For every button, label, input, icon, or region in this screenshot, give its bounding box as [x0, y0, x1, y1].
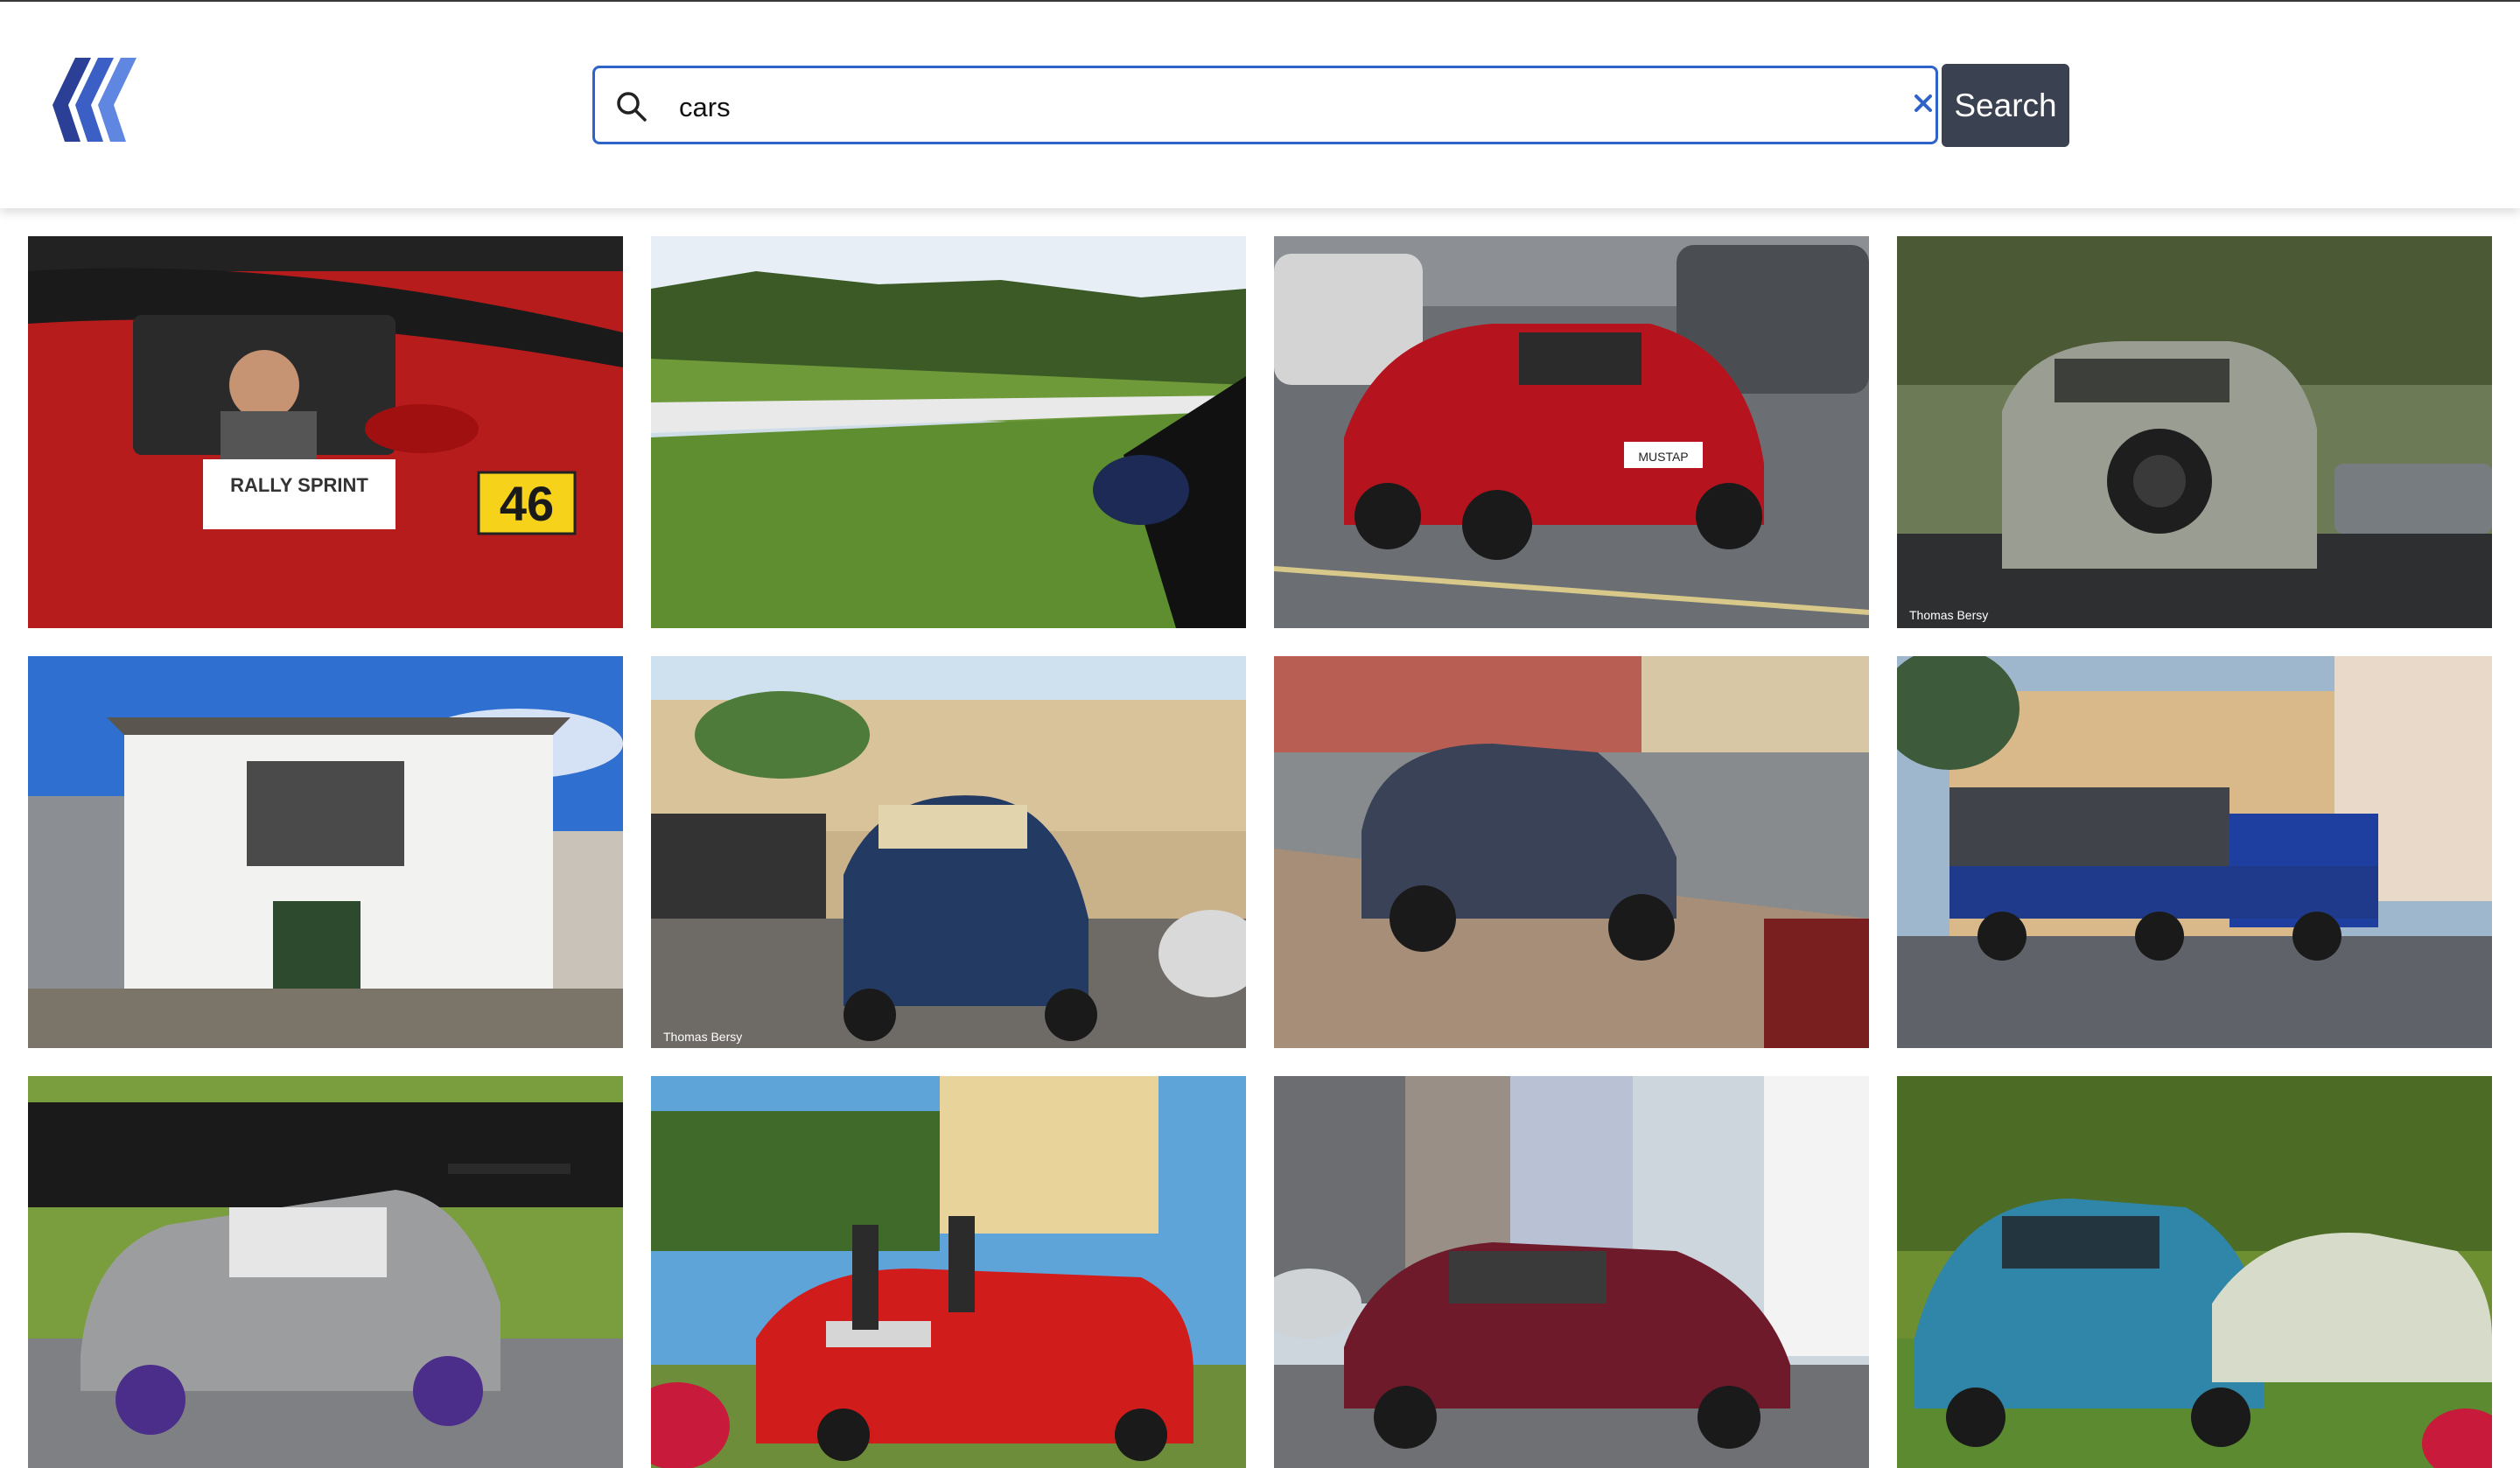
car-transporter-photo: [1897, 656, 2492, 1048]
result-image-5[interactable]: [28, 656, 623, 1048]
result-image-11[interactable]: [1274, 1076, 1869, 1468]
header: Search: [0, 2, 2520, 208]
result-image-8[interactable]: [1897, 656, 2492, 1048]
photo-credit: Thomas Bersy: [663, 1030, 742, 1044]
blue-classic-car-photo: [1897, 1076, 2492, 1468]
result-image-7[interactable]: [1274, 656, 1869, 1048]
convertible-show-photo: [651, 1076, 1246, 1468]
search-input[interactable]: [677, 82, 1818, 133]
result-image-4[interactable]: Thomas Bersy: [1897, 236, 2492, 628]
red-rally-car-photo: RALLY SPRINT 46: [28, 236, 623, 628]
result-image-3[interactable]: MUSTAP: [1274, 236, 1869, 628]
result-image-9[interactable]: [28, 1076, 623, 1468]
search-icon: [617, 92, 647, 122]
brand-logo-icon[interactable]: [49, 51, 140, 147]
image-results-grid: RALLY SPRINT 46 MUSTAP Thomas Bersy Thom…: [28, 236, 2492, 1468]
vintage-car-photo: Thomas Bersy: [1897, 236, 2492, 628]
race-number: 46: [500, 476, 554, 531]
red-sports-car-photo: MUSTAP: [1274, 236, 1869, 628]
grey-hatchback-track-photo: [28, 1076, 623, 1468]
sticker-text: RALLY SPRINT: [230, 474, 368, 496]
classic-car-street-photo: Thomas Bersy: [651, 656, 1246, 1048]
result-image-10[interactable]: [651, 1076, 1246, 1468]
result-image-1[interactable]: RALLY SPRINT 46: [28, 236, 623, 628]
result-image-6[interactable]: Thomas Bersy: [651, 656, 1246, 1048]
close-icon[interactable]: [1913, 93, 1934, 114]
saloon-car-street-photo: [1274, 1076, 1869, 1468]
search-button[interactable]: Search: [1942, 64, 2069, 147]
hatchback-street-photo: [1274, 656, 1869, 1048]
race-track-photo: [651, 236, 1246, 628]
photo-credit: Thomas Bersy: [1909, 608, 1988, 622]
license-plate-text: MUSTAP: [1638, 450, 1688, 464]
result-image-12[interactable]: [1897, 1076, 2492, 1468]
search-field[interactable]: [592, 66, 1938, 144]
chapel-photo: [28, 656, 623, 1048]
result-image-2[interactable]: [651, 236, 1246, 628]
